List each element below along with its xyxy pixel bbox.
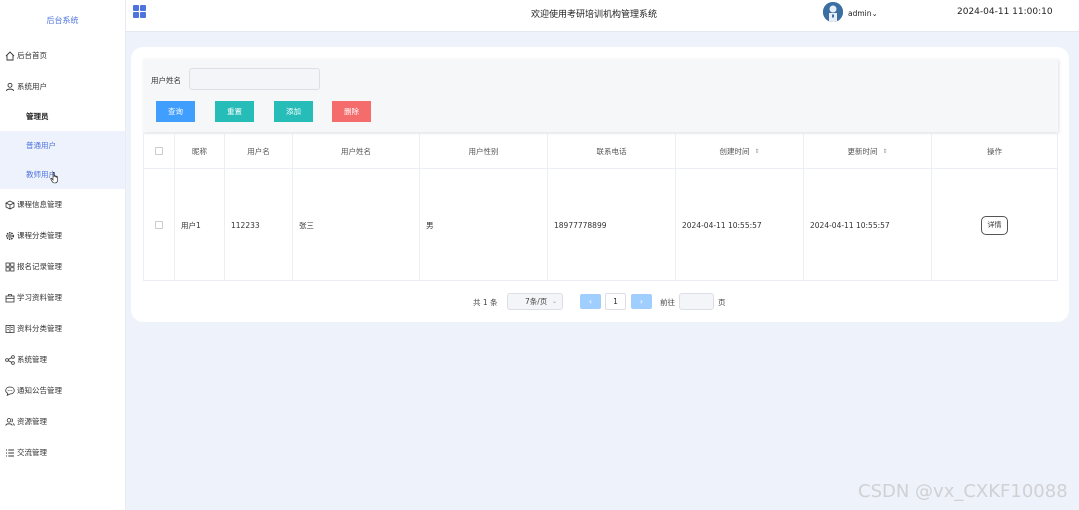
list-icon bbox=[4, 447, 15, 458]
select-all-checkbox[interactable] bbox=[155, 147, 163, 155]
cell-realname: 张三 bbox=[293, 169, 420, 281]
add-button[interactable]: 添加 bbox=[274, 101, 313, 122]
sidebar-item-label: 后台首页 bbox=[17, 51, 47, 60]
reset-button[interactable]: 重置 bbox=[215, 101, 254, 122]
column-header: 用户名 bbox=[225, 134, 293, 168]
chevron-down-icon: ⌄ bbox=[871, 9, 878, 18]
sidebar-item-material-category[interactable]: 资料分类管理 bbox=[0, 313, 125, 344]
watermark: CSDN @vx_CXKF10088 bbox=[858, 481, 1068, 502]
column-header: 用户性别 bbox=[420, 134, 548, 168]
sidebar-subitem-teacher-user[interactable]: 教师用户 bbox=[0, 160, 125, 189]
delete-button[interactable]: 删除 bbox=[332, 101, 371, 122]
sidebar-item-label: 报名记录管理 bbox=[17, 262, 62, 271]
sidebar-subitem-normal-user[interactable]: 普通用户 bbox=[0, 131, 125, 160]
sidebar-item-label: 课程分类管理 bbox=[17, 231, 62, 240]
sidebar-item-resource[interactable]: 资源管理 bbox=[0, 406, 125, 437]
avatar[interactable] bbox=[823, 2, 843, 22]
datetime: 2024-04-11 11:00:10 bbox=[957, 7, 1053, 17]
user-menu[interactable]: admin⌄ bbox=[848, 9, 878, 18]
sidebar-item-exchange[interactable]: 交流管理 bbox=[0, 437, 125, 468]
detail-button[interactable]: 详情 bbox=[981, 215, 1008, 235]
column-header-label: 创建时间 bbox=[719, 146, 750, 156]
pagination-total: 共 1 条 bbox=[473, 298, 498, 307]
sidebar-item-label: 学习资料管理 bbox=[17, 293, 62, 302]
cell-nickname: 用户1 bbox=[175, 169, 225, 281]
column-header: 联系电话 bbox=[548, 134, 676, 168]
prev-page-button[interactable]: ‹ bbox=[580, 294, 601, 309]
goto-page-input[interactable] bbox=[679, 293, 714, 310]
column-header-updated[interactable]: 更新时间 ⇕ bbox=[804, 134, 932, 168]
sort-icon[interactable]: ⇕ bbox=[754, 148, 759, 155]
chevron-down-icon: ⌄ bbox=[551, 298, 557, 305]
column-header: 昵称 bbox=[175, 134, 225, 168]
cell-username: 112233 bbox=[225, 169, 293, 281]
sidebar-item-notice[interactable]: 通知公告管理 bbox=[0, 375, 125, 406]
cell-created: 2024-04-11 10:55:57 bbox=[676, 169, 804, 281]
username-label: admin bbox=[848, 9, 872, 18]
cube-icon bbox=[4, 199, 15, 210]
page-size-value: 7条/页 bbox=[525, 297, 548, 306]
table-header-row: 昵称 用户名 用户姓名 用户性别 联系电话 创建时间 ⇕ 更新时间 ⇕ 操作 bbox=[144, 134, 1057, 169]
sidebar-item-label: 课程信息管理 bbox=[17, 200, 62, 209]
table-row: 用户1 112233 张三 男 18977778899 2024-04-11 1… bbox=[144, 169, 1057, 281]
top-header: 欢迎使用考研培训机构管理系统 admin⌄ 2024-04-11 11:00:1… bbox=[126, 0, 1079, 32]
sort-icon[interactable]: ⇕ bbox=[882, 148, 887, 155]
sidebar-item-label: 资料分类管理 bbox=[17, 324, 62, 333]
column-header: 用户姓名 bbox=[293, 134, 420, 168]
system-title: 欢迎使用考研培训机构管理系统 bbox=[531, 10, 658, 20]
briefcase-icon bbox=[4, 292, 15, 303]
search-name-input[interactable] bbox=[189, 68, 320, 90]
cell-action: 详情 bbox=[932, 169, 1057, 281]
sidebar-item-course-info[interactable]: 课程信息管理 bbox=[0, 189, 125, 220]
goto-label: 前往 bbox=[660, 298, 675, 307]
sidebar-item-system-user[interactable]: 系统用户 bbox=[0, 71, 125, 102]
sidebar-item-study-material[interactable]: 学习资料管理 bbox=[0, 282, 125, 313]
apps-icon bbox=[4, 261, 15, 272]
sidebar-item-home[interactable]: 后台首页 bbox=[0, 40, 125, 71]
column-header-created[interactable]: 创建时间 ⇕ bbox=[676, 134, 804, 168]
users-icon bbox=[4, 416, 15, 427]
sidebar-subitem-label: 管理员 bbox=[26, 112, 49, 121]
user-icon bbox=[4, 81, 15, 92]
sidebar-item-label: 通知公告管理 bbox=[17, 386, 62, 395]
sidebar: 后台系统 后台首页 系统用户 管理员 普通用户 教师用户 课程信息管理 课程分类… bbox=[0, 0, 126, 510]
user-table: 昵称 用户名 用户姓名 用户性别 联系电话 创建时间 ⇕ 更新时间 ⇕ 操作 用户1… bbox=[143, 133, 1058, 281]
page-number-button[interactable]: 1 bbox=[605, 293, 626, 310]
sidebar-item-label: 交流管理 bbox=[17, 448, 47, 457]
sidebar-item-system-manage[interactable]: 系统管理 bbox=[0, 344, 125, 375]
book-icon bbox=[4, 323, 15, 334]
column-header-label: 更新时间 bbox=[847, 146, 878, 156]
hand-cursor-icon bbox=[50, 172, 58, 184]
home-icon bbox=[4, 50, 15, 61]
menu-toggle-grid-icon[interactable] bbox=[133, 5, 146, 18]
sidebar-item-label: 系统用户 bbox=[17, 82, 47, 91]
cell-updated: 2024-04-11 10:55:57 bbox=[804, 169, 932, 281]
search-label: 用户姓名 bbox=[151, 76, 181, 85]
brand-title: 后台系统 bbox=[46, 15, 79, 25]
sidebar-menu: 后台首页 系统用户 管理员 普通用户 教师用户 课程信息管理 课程分类管理 报名… bbox=[0, 40, 125, 468]
cell-gender: 男 bbox=[420, 169, 548, 281]
page-suffix: 页 bbox=[718, 298, 726, 307]
query-button[interactable]: 查询 bbox=[156, 101, 195, 122]
chat-bubble-icon bbox=[4, 385, 15, 396]
share-icon bbox=[4, 354, 15, 365]
sidebar-item-label: 资源管理 bbox=[17, 417, 47, 426]
row-select-cell bbox=[144, 169, 175, 281]
sidebar-subitem-admin[interactable]: 管理员 bbox=[0, 102, 125, 131]
column-header: 操作 bbox=[987, 146, 1002, 156]
gear-icon bbox=[4, 230, 15, 241]
cell-phone: 18977778899 bbox=[548, 169, 676, 281]
sidebar-item-enrollment[interactable]: 报名记录管理 bbox=[0, 251, 125, 282]
header-select-cell bbox=[144, 134, 175, 168]
row-checkbox[interactable] bbox=[155, 221, 163, 229]
sidebar-subitem-label: 普通用户 bbox=[26, 141, 56, 150]
sidebar-item-label: 系统管理 bbox=[17, 355, 47, 364]
sidebar-item-course-category[interactable]: 课程分类管理 bbox=[0, 220, 125, 251]
next-page-button[interactable]: › bbox=[631, 294, 652, 309]
page-size-select[interactable]: 7条/页 ⌄ bbox=[507, 293, 563, 310]
